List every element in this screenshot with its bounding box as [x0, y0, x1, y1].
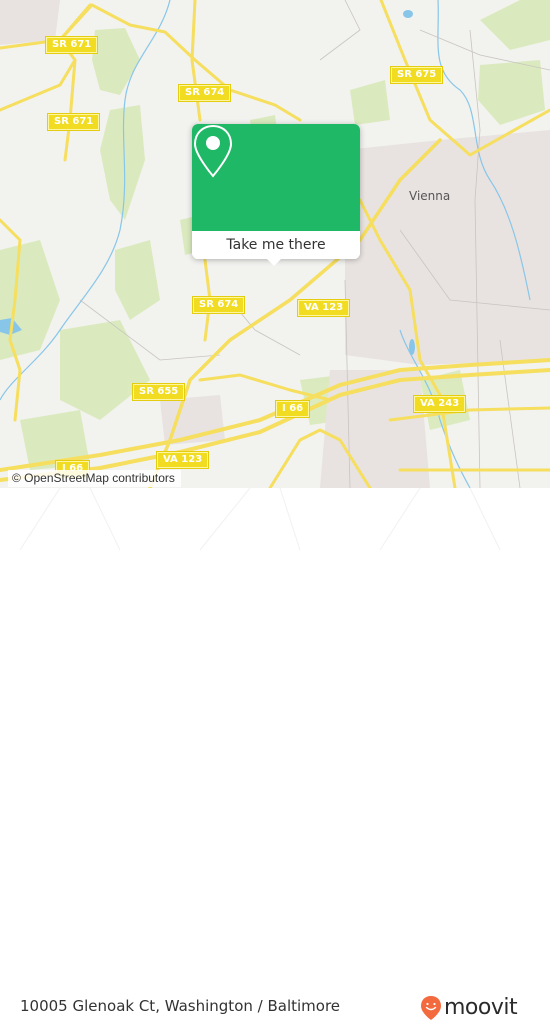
map-attribution[interactable]: © OpenStreetMap contributors	[8, 470, 181, 487]
road-label-i66: I 66	[274, 400, 311, 418]
take-me-there-button[interactable]: Take me there	[192, 231, 360, 259]
brand-name: moovit	[444, 995, 518, 1020]
road-label-va123: VA 123	[296, 299, 351, 317]
footer-bar: 10005 Glenoak Ct, Washington / Baltimore…	[0, 488, 550, 1020]
road-label-sr655: SR 655	[131, 383, 186, 401]
footer-background-pattern	[19, 488, 501, 550]
road-label-sr674: SR 674	[177, 84, 232, 102]
moovit-smile-pin-icon	[421, 996, 441, 1020]
popup-pointer	[266, 258, 282, 266]
location-popup: Take me there	[192, 124, 360, 266]
map-pin-icon	[193, 124, 233, 178]
road-label-sr674: SR 674	[191, 296, 246, 314]
road-label-va123: VA 123	[155, 451, 210, 469]
popup-header	[192, 124, 360, 231]
moovit-logo[interactable]: moovit	[420, 995, 518, 1021]
road-label-sr671: SR 671	[46, 113, 101, 131]
road-label-va243: VA 243	[412, 395, 467, 413]
road-label-sr671: SR 671	[44, 36, 99, 54]
address-text: 10005 Glenoak Ct, Washington / Baltimore	[20, 997, 341, 1015]
map-view[interactable]: SR 671 SR 671 SR 674 SR 674 SR 675 VA 12…	[0, 0, 550, 488]
road-label-sr675: SR 675	[389, 66, 444, 84]
place-label-vienna: Vienna	[409, 189, 451, 203]
